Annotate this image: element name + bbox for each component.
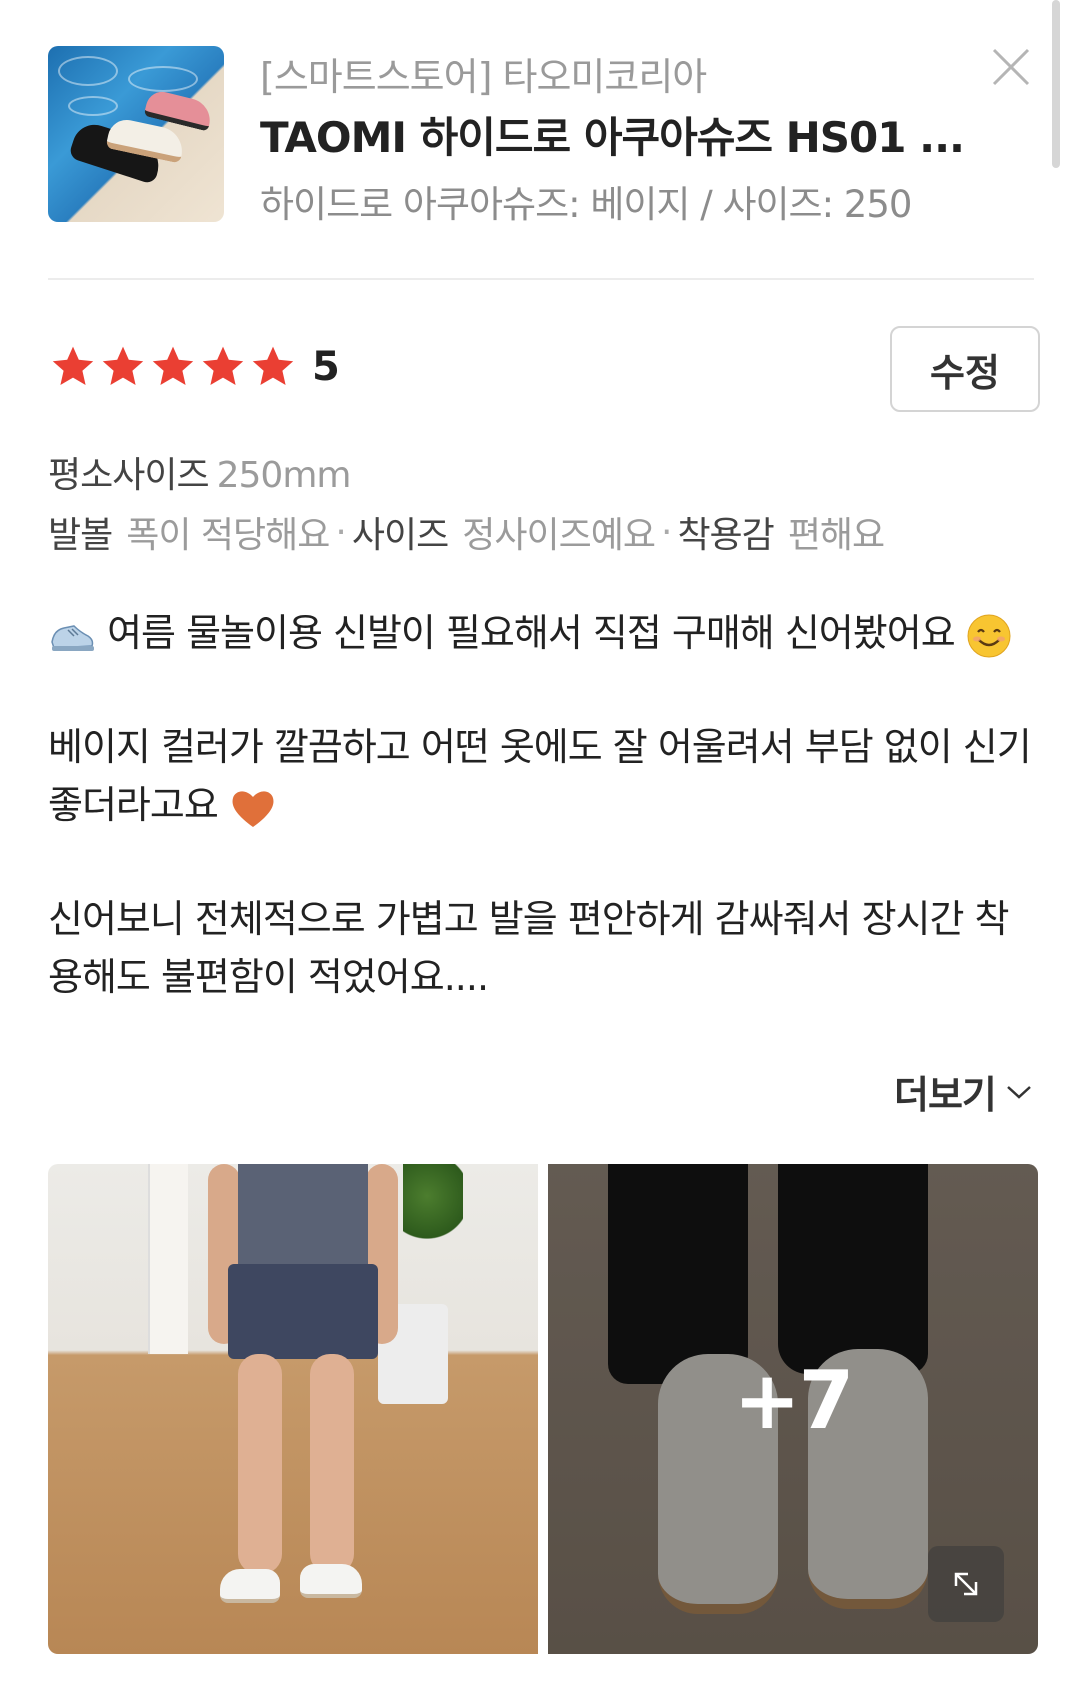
review-paragraph: 베이지 컬러가 깔끔하고 어떤 옷에도 잘 어울려서 부담 없이 신기 좋더라고…: [48, 718, 1038, 834]
review-paragraph: 여름 물놀이용 신발이 필요해서 직접 구매해 신어봤어요: [48, 604, 1038, 662]
product-title: TAOMI 하이드로 아쿠아슈즈 HS01 ...: [260, 113, 965, 162]
attr-value-size: 정사이즈예요: [462, 515, 656, 556]
attr-label-size: 사이즈: [351, 515, 449, 556]
star-rating[interactable]: 5: [48, 342, 340, 392]
divider: [48, 278, 1034, 280]
scrollbar[interactable]: [1052, 0, 1060, 168]
review-line-3: 신어보니 전체적으로 가볍고 발을 편안하게 감싸줘서 장시간 착용해도 불편함…: [48, 897, 1010, 999]
more-button[interactable]: 더보기: [894, 1064, 1034, 1119]
star-icon[interactable]: [248, 343, 298, 391]
star-icon[interactable]: [98, 343, 148, 391]
expand-icon: [954, 1572, 978, 1596]
usual-size: 평소사이즈 250mm: [48, 446, 352, 498]
review-line-2: 베이지 컬러가 깔끔하고 어떤 옷에도 잘 어울려서 부담 없이 신기 좋더라고…: [48, 725, 1032, 827]
star-icon[interactable]: [148, 343, 198, 391]
usual-size-label: 평소사이즈: [48, 455, 210, 496]
attr-value-comfort: 편해요: [787, 515, 885, 556]
expand-button[interactable]: [928, 1546, 1004, 1622]
chevron-down-icon: [1007, 1085, 1031, 1099]
star-icon[interactable]: [198, 343, 248, 391]
edit-button[interactable]: 수정: [890, 326, 1040, 412]
store-name: [스마트스토어] 타오미코리아: [260, 55, 707, 99]
star-icon[interactable]: [48, 343, 98, 391]
attr-label-width: 발볼: [48, 515, 113, 556]
orange-heart-icon: [232, 790, 274, 827]
extra-photo-count: +7: [733, 1354, 855, 1447]
review-photo[interactable]: [48, 1164, 538, 1654]
running-shoe-icon: [51, 624, 94, 651]
attr-label-comfort: 착용감: [677, 515, 774, 556]
product-summary[interactable]: [스마트스토어] 타오미코리아 TAOMI 하이드로 아쿠아슈즈 HS01 ..…: [48, 46, 1034, 226]
smiling-face-icon: [967, 614, 1011, 657]
more-label: 더보기: [894, 1073, 997, 1117]
rating-score: 5: [312, 344, 340, 390]
product-option: 하이드로 아쿠아슈즈: 베이지 / 사이즈: 250: [260, 183, 912, 226]
attr-value-width: 폭이 적당해요: [126, 515, 330, 556]
separator-dot: ·: [335, 511, 346, 553]
close-icon[interactable]: [986, 42, 1034, 90]
review-paragraph: 신어보니 전체적으로 가볍고 발을 편안하게 감싸줘서 장시간 착용해도 불편함…: [48, 890, 1038, 1006]
usual-size-value: 250mm: [216, 455, 352, 496]
review-line-1: 여름 물놀이용 신발이 필요해서 직접 구매해 신어봤어요: [107, 611, 956, 655]
separator-dot: ·: [660, 511, 672, 553]
fit-attributes: 발볼 폭이 적당해요 · 사이즈 정사이즈예요 · 착용감 편해요: [48, 506, 885, 558]
review-text: 여름 물놀이용 신발이 필요해서 직접 구매해 신어봤어요 베이지 컬러가 깔끔…: [48, 604, 1038, 1062]
review-photo-more[interactable]: +7: [548, 1164, 1038, 1654]
product-thumbnail[interactable]: [48, 46, 224, 222]
